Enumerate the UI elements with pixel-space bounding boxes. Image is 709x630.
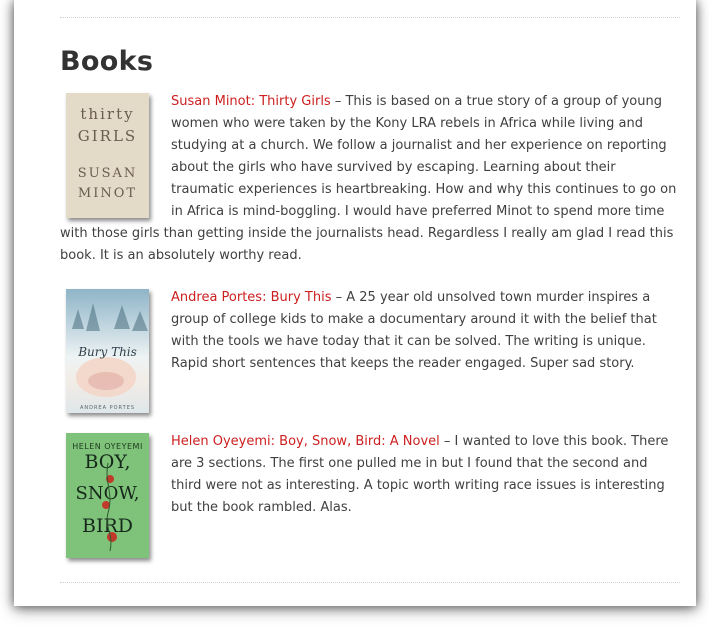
book-link-boy-snow-bird[interactable]: Helen Oyeyemi: Boy, Snow, Bird: A Novel — [171, 434, 440, 449]
page-title: Books — [60, 46, 154, 77]
book-cover-bury-this[interactable]: Bury This ANDREA PORTES — [66, 289, 149, 413]
bottom-divider — [60, 582, 680, 583]
separator: – — [331, 290, 347, 305]
book-link-bury-this[interactable]: Andrea Portes: Bury This — [171, 290, 332, 305]
separator: – — [330, 94, 346, 109]
cover-author-line: MINOT — [77, 186, 138, 201]
book-review: Andrea Portes: Bury This – A 25 year old… — [60, 287, 678, 375]
book-entry-boy-snow-bird: HELEN OYEYEMI BOY, SNOW, BIRD Helen Oyey… — [60, 431, 678, 562]
cover-title-line: GIRLS — [77, 127, 138, 145]
book-review: Helen Oyeyemi: Boy, Snow, Bird: A Novel … — [60, 431, 678, 519]
cover-author: ANDREA PORTES — [79, 405, 136, 411]
book-cover-boy-snow-bird[interactable]: HELEN OYEYEMI BOY, SNOW, BIRD — [66, 433, 149, 558]
cover-title-line: thirty — [80, 105, 135, 123]
top-divider — [60, 17, 680, 18]
book-cover-thirty-girls[interactable]: thirty GIRLS SUSAN MINOT — [66, 93, 149, 218]
book-entry-thirty-girls: thirty GIRLS SUSAN MINOT Susan Minot: Th… — [60, 91, 678, 267]
post-card: Books thirty GIRLS SUSAN MINOT Susan Min… — [14, 0, 696, 606]
cover-title: Bury This — [78, 345, 137, 359]
cover-author-line: SUSAN — [77, 166, 138, 181]
book-review: Susan Minot: Thirty Girls – This is base… — [60, 91, 678, 267]
book-link-thirty-girls[interactable]: Susan Minot: Thirty Girls — [171, 94, 331, 109]
separator: – — [439, 434, 455, 449]
review-text: This is based on a true story of a group… — [60, 94, 677, 263]
cover-flower-art — [102, 462, 117, 552]
book-entry-bury-this: Bury This ANDREA PORTES Andrea Portes: B… — [60, 287, 678, 417]
